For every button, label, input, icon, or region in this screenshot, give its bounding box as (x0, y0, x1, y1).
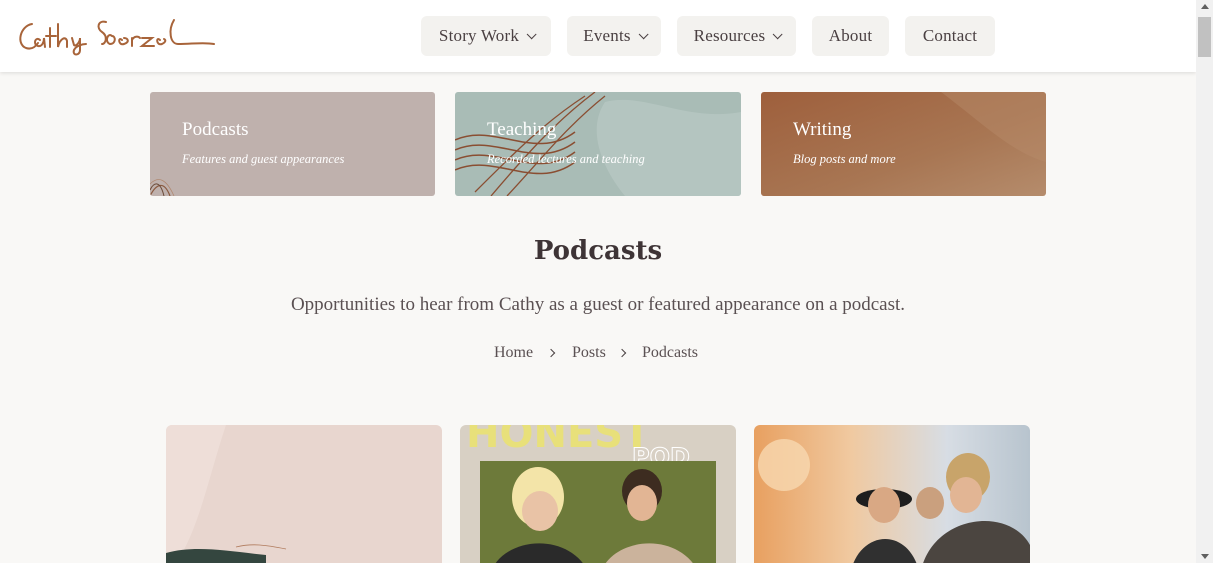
nav-resources[interactable]: Resources (677, 16, 796, 56)
category-card-teaching[interactable]: Teaching Recorded lectures and teaching (455, 92, 741, 196)
chevron-down-icon (772, 28, 783, 39)
category-subtitle: Features and guest appearances (182, 152, 345, 166)
post-thumbnail (754, 425, 1030, 563)
category-card-writing[interactable]: Writing Blog posts and more (761, 92, 1046, 196)
nav-story-work[interactable]: Story Work (421, 16, 551, 56)
thumbnail-title-text: HONEST (466, 425, 651, 457)
nav-about[interactable]: About (812, 16, 889, 56)
nav-events-label: Events (583, 26, 631, 45)
scroll-down-arrow-icon[interactable] (1201, 554, 1209, 559)
post-card[interactable]: HONEST POD (460, 425, 736, 563)
nav-resources-label: Resources (693, 26, 766, 45)
chevron-right-icon (546, 348, 556, 358)
nav-story-work-label: Story Work (438, 26, 520, 45)
chevron-down-icon (638, 28, 649, 39)
category-card-background (150, 92, 435, 196)
chevron-down-icon (526, 28, 537, 39)
site-header: Story Work Events Resources About Contac… (0, 0, 1196, 72)
nav-events[interactable]: Events (567, 16, 661, 56)
category-title: Writing (793, 119, 852, 140)
nav-contact-label: Contact (922, 26, 978, 45)
category-subtitle: Recorded lectures and teaching (487, 152, 645, 166)
chevron-right-icon (617, 348, 627, 358)
category-card-podcasts[interactable]: Podcasts Features and guest appearances (150, 92, 435, 196)
site-logo[interactable] (14, 14, 216, 58)
vertical-scrollbar[interactable] (1196, 0, 1213, 563)
category-card-background (761, 92, 1046, 196)
post-thumbnail (166, 425, 442, 563)
breadcrumb-home[interactable]: Home (494, 344, 533, 362)
page-description: Opportunities to hear from Cathy as a gu… (290, 294, 906, 315)
breadcrumb-posts[interactable]: Posts (572, 344, 606, 362)
category-title: Podcasts (182, 119, 249, 140)
nav-contact[interactable]: Contact (905, 16, 995, 56)
category-subtitle: Blog posts and more (793, 152, 896, 166)
category-card-background (455, 92, 741, 196)
breadcrumb-current: Podcasts (642, 344, 698, 361)
scrollbar-thumb[interactable] (1198, 17, 1211, 57)
post-thumbnail: HONEST POD (460, 425, 736, 563)
page-title: Podcasts (533, 236, 663, 266)
category-title: Teaching (487, 119, 557, 140)
breadcrumb: Home Posts Podcasts (0, 344, 1196, 366)
nav-about-label: About (828, 26, 873, 45)
logo-signature-icon (19, 19, 215, 56)
post-card[interactable] (166, 425, 442, 563)
scroll-up-arrow-icon[interactable] (1201, 4, 1209, 9)
post-card[interactable] (754, 425, 1030, 563)
